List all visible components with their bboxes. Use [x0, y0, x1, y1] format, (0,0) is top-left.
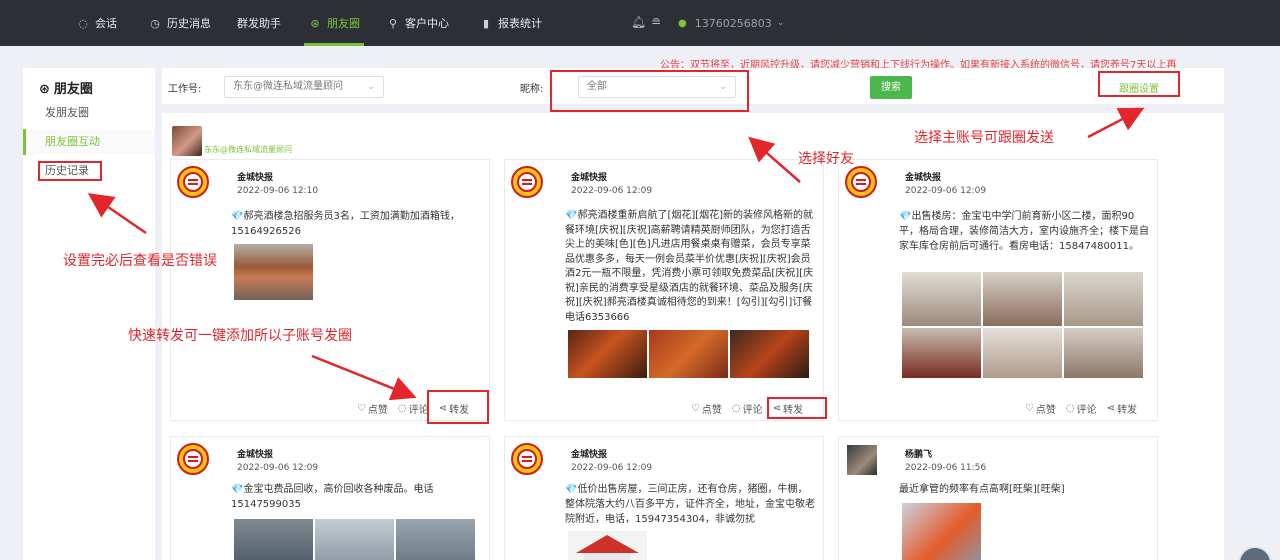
heart-icon: ♡	[356, 403, 366, 414]
sidebar-item-moment-interaction[interactable]: 朋友圈互动	[23, 129, 155, 155]
aperture-icon: ⊛	[39, 82, 50, 97]
post-time: 2022-09-06 12:09	[571, 463, 653, 473]
heart-icon: ♡	[690, 403, 700, 414]
annotation-select-main: 选择主账号可跟圈发送	[914, 130, 1054, 146]
highlight-follow	[1098, 71, 1180, 97]
comment-icon: ◌	[731, 403, 741, 414]
highlight-history	[38, 161, 102, 181]
post-photo[interactable]	[902, 328, 981, 378]
like-button[interactable]: ♡ 点赞	[1025, 401, 1056, 416]
post-photo[interactable]	[1064, 328, 1143, 378]
annotation-select-friend: 选择好友	[798, 151, 854, 167]
database-icon[interactable]: ≘	[651, 15, 661, 29]
account-dropdown[interactable]: ● 13760256803 ⌄	[678, 0, 784, 46]
moment-card: 杨鹏飞 2022-09-06 11:56 最近拿管的频率有点高啊[旺柴][旺柴]	[838, 436, 1158, 560]
annotation-check-errors: 设置完必后查看是否错误	[63, 253, 217, 269]
news-logo-icon	[177, 166, 209, 198]
moment-card: 金城快报 2022-09-06 12:09 💎金宝屯费品回收，高价回收各种废品。…	[170, 436, 490, 560]
post-text: 💎金宝屯费品回收，高价回收各种废品。电话15147599035	[231, 484, 434, 510]
work-account-select[interactable]: 东东@微连私域流量顾问 ⌄	[224, 76, 384, 98]
aperture-icon: ⊛	[310, 16, 320, 30]
post-text: 最近拿管的频率有点高啊[旺柴][旺柴]	[899, 484, 1065, 495]
poster-name: 金城快报	[237, 450, 274, 460]
post-photo[interactable]	[983, 328, 1062, 378]
clock-icon: ◷	[150, 16, 160, 30]
bar-chart-icon: ▮	[482, 16, 490, 30]
post-photo[interactable]	[396, 519, 475, 560]
share-icon: ⋖	[1106, 403, 1115, 414]
nav-moments[interactable]: ⊛ 朋友圈	[304, 0, 364, 46]
highlight-nickname	[550, 70, 749, 112]
like-button[interactable]: ♡ 点赞	[691, 401, 722, 416]
nav-reports[interactable]: ▮ 报表统计	[479, 0, 542, 46]
highlight-share-1	[427, 390, 489, 424]
post-time: 2022-09-06 12:10	[237, 186, 319, 196]
comment-button[interactable]: ◌ 评论	[398, 401, 429, 416]
poster-name: 杨鹏飞	[905, 450, 933, 460]
avatar	[847, 445, 877, 475]
floating-help-button[interactable]	[1238, 546, 1272, 560]
like-button[interactable]: ♡ 点赞	[357, 401, 388, 416]
moment-card: 金城快报 2022-09-06 12:10 💎郝亮酒楼急招服务员3名，工资加满勤…	[170, 159, 490, 421]
post-text: 💎出售楼房：金宝屯中学门前育新小区二楼，面积90平，格局合理，装修简洁大方，室内…	[899, 211, 1149, 252]
comment-icon: ◌	[397, 403, 407, 414]
post-time: 2022-09-06 12:09	[905, 186, 987, 196]
news-logo-icon	[511, 166, 543, 198]
poster-name: 金城快报	[571, 173, 608, 183]
post-photo[interactable]	[1064, 272, 1143, 326]
share-button[interactable]: ⋖ 转发	[1107, 401, 1137, 416]
post-time: 2022-09-06 11:56	[905, 463, 987, 473]
comment-button[interactable]: ◌ 评论	[732, 401, 763, 416]
post-photo[interactable]	[902, 272, 981, 326]
sidebar: ⊛ 朋友圈 发朋友圈 朋友圈互动 历史记录	[23, 68, 155, 560]
post-photo[interactable]	[649, 330, 728, 378]
work-account-label: 工作号:	[168, 84, 202, 95]
search-button[interactable]: 搜索	[870, 76, 912, 99]
poster-name: 金城快报	[237, 173, 274, 183]
post-text: 💎郝亮酒楼急招服务员3名，工资加满勤加酒箱钱，15164926526	[231, 211, 460, 237]
sidebar-item-post-moment[interactable]: 发朋友圈	[23, 100, 155, 126]
chat-icon: ◌	[78, 16, 88, 30]
nickname-label: 昵称:	[520, 84, 544, 95]
news-logo-icon	[845, 166, 877, 198]
post-actions: ♡ 点赞 ◌ 评论 ⋖ 转发	[1025, 401, 1137, 416]
account-name: 东东@微连私域流量顾问	[204, 145, 292, 154]
post-photo[interactable]	[234, 519, 313, 560]
post-photo[interactable]	[983, 272, 1062, 326]
nav-customer-center[interactable]: ⚲ 客户中心	[386, 0, 449, 46]
comment-button[interactable]: ◌ 评论	[1066, 401, 1097, 416]
chevron-down-icon: ⌄	[776, 18, 785, 28]
post-text: 💎郝亮酒楼重新启航了[烟花][烟花]新的装修风格新的就餐环境[庆祝][庆祝]高薪…	[565, 210, 814, 323]
poster-name: 金城快报	[905, 173, 942, 183]
moment-card: 金城快报 2022-09-06 12:09 💎出售楼房：金宝屯中学门前育新小区二…	[838, 159, 1158, 421]
comment-icon: ◌	[1065, 403, 1075, 414]
post-photo[interactable]	[234, 244, 313, 300]
sidebar-title: ⊛ 朋友圈	[39, 82, 93, 97]
heart-icon: ♡	[1024, 403, 1034, 414]
post-photo[interactable]	[730, 330, 809, 378]
person-icon: ⚲	[388, 16, 398, 30]
post-text: 💎低价出售房屋，三间正房，还有仓房，猪圈，牛棚，整体院落大约八百多平方，证件齐全…	[565, 484, 815, 525]
account-avatar	[172, 126, 202, 156]
top-nav: ◌ 会话 ◷ 历史消息 群发助手 ⊛ 朋友圈 ⚲ 客户中心 ▮ 报表统计 🔔︎ ≘ ● 13…	[0, 0, 1280, 46]
post-photo[interactable]	[902, 503, 981, 560]
news-logo-icon	[177, 443, 209, 475]
user-icon: ●	[678, 17, 687, 29]
poster-name: 金城快报	[571, 450, 608, 460]
highlight-share-2	[767, 397, 827, 419]
annotation-quick-share: 快速转发可一键添加所以子账号发圈	[128, 328, 352, 344]
post-photo[interactable]	[568, 330, 647, 378]
moment-card: 金城快报 2022-09-06 12:09 💎低价出售房屋，三间正房，还有仓房，…	[504, 436, 824, 560]
chevron-down-icon: ⌄	[367, 82, 375, 92]
post-time: 2022-09-06 12:09	[237, 463, 319, 473]
moment-card: 金城快报 2022-09-06 12:09 💎郝亮酒楼重新启航了[烟花][烟花]…	[504, 159, 824, 421]
post-photo[interactable]	[568, 531, 647, 560]
post-time: 2022-09-06 12:09	[571, 186, 653, 196]
nav-broadcast[interactable]: 群发助手	[237, 0, 281, 46]
news-logo-icon	[511, 443, 543, 475]
nav-history[interactable]: ◷ 历史消息	[148, 0, 211, 46]
post-photo[interactable]	[315, 519, 394, 560]
bell-icon[interactable]: 🔔︎	[631, 15, 646, 29]
nav-chat[interactable]: ◌ 会话	[76, 0, 117, 46]
